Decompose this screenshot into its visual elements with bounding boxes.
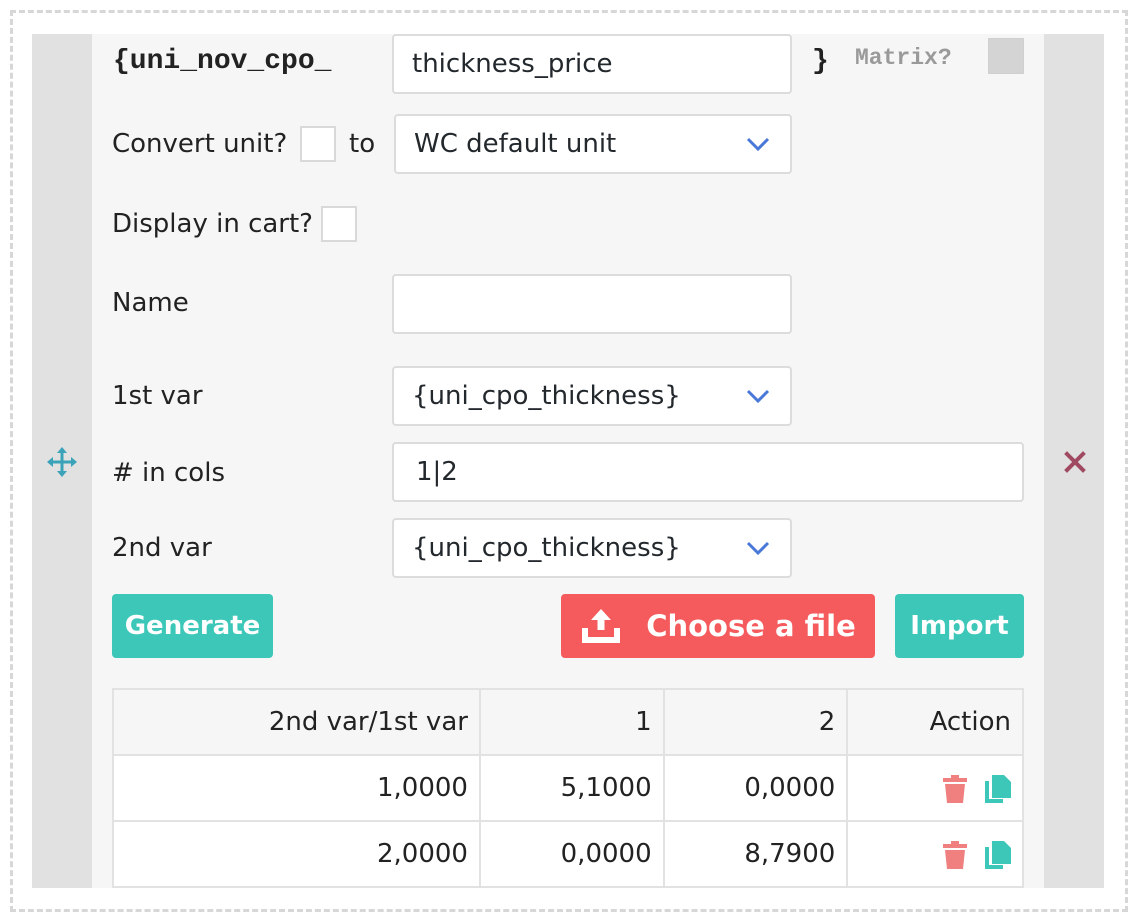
second-var-select-value: {uni_cpo_thickness} [412,533,681,563]
matrix-table: 2nd var/1st var 1 2 Action 1,0000 5,1000… [112,688,1024,888]
generate-button[interactable]: Generate [112,594,273,658]
action-cell [846,754,1024,822]
unit-select[interactable]: WC default unit [394,114,792,174]
variable-prefix: {uni_nov_cpo_ [113,46,332,77]
move-arrows-icon[interactable] [47,447,77,477]
chevron-down-icon [746,137,770,152]
trash-icon[interactable] [943,840,967,869]
chevron-down-icon [746,389,770,404]
unit-select-value: WC default unit [414,129,617,159]
first-var-label: 1st var [112,381,203,411]
cols-label: # in cols [112,458,225,488]
column-header: 1 [478,688,665,756]
convert-unit-checkbox[interactable] [300,126,336,162]
display-in-cart-checkbox[interactable] [321,206,357,242]
second-var-select[interactable]: {uni_cpo_thickness} [392,518,792,578]
copy-icon[interactable] [985,840,1011,869]
name-input[interactable] [392,274,792,334]
cols-input[interactable]: 1|2 [392,442,1024,502]
row-key-cell[interactable]: 2,0000 [112,820,481,888]
display-in-cart-label: Display in cart? [112,209,313,239]
column-header: 2nd var/1st var [112,688,481,756]
table-header-row: 2nd var/1st var 1 2 Action [112,688,1024,756]
name-label: Name [112,288,189,318]
value-cell[interactable]: 8,7900 [662,820,849,888]
variable-name-input[interactable]: thickness_price [392,34,792,94]
value-cell[interactable]: 5,1000 [478,754,665,822]
first-var-select[interactable]: {uni_cpo_thickness} [392,366,792,426]
convert-to-label: to [349,129,376,159]
matrix-label: Matrix? [855,45,952,71]
column-header: 2 [662,688,849,756]
column-header: Action [846,688,1024,756]
import-button[interactable]: Import [895,594,1024,658]
second-var-label: 2nd var [112,533,212,563]
matrix-checkbox[interactable] [988,38,1024,74]
chevron-down-icon [746,541,770,556]
close-x-icon[interactable] [1061,448,1089,476]
copy-icon[interactable] [985,774,1011,803]
choose-file-label: Choose a file [646,609,856,643]
table-row: 2,0000 0,0000 8,7900 [112,820,1024,888]
closing-brace: } [812,46,829,77]
first-var-select-value: {uni_cpo_thickness} [412,381,681,411]
upload-icon [582,609,621,643]
choose-file-button[interactable]: Choose a file [561,594,875,658]
action-cell [846,820,1024,888]
value-cell[interactable]: 0,0000 [478,820,665,888]
trash-icon[interactable] [943,774,967,803]
row-key-cell[interactable]: 1,0000 [112,754,481,822]
convert-unit-label: Convert unit? [112,129,288,159]
value-cell[interactable]: 0,0000 [662,754,849,822]
table-row: 1,0000 5,1000 0,0000 [112,754,1024,822]
